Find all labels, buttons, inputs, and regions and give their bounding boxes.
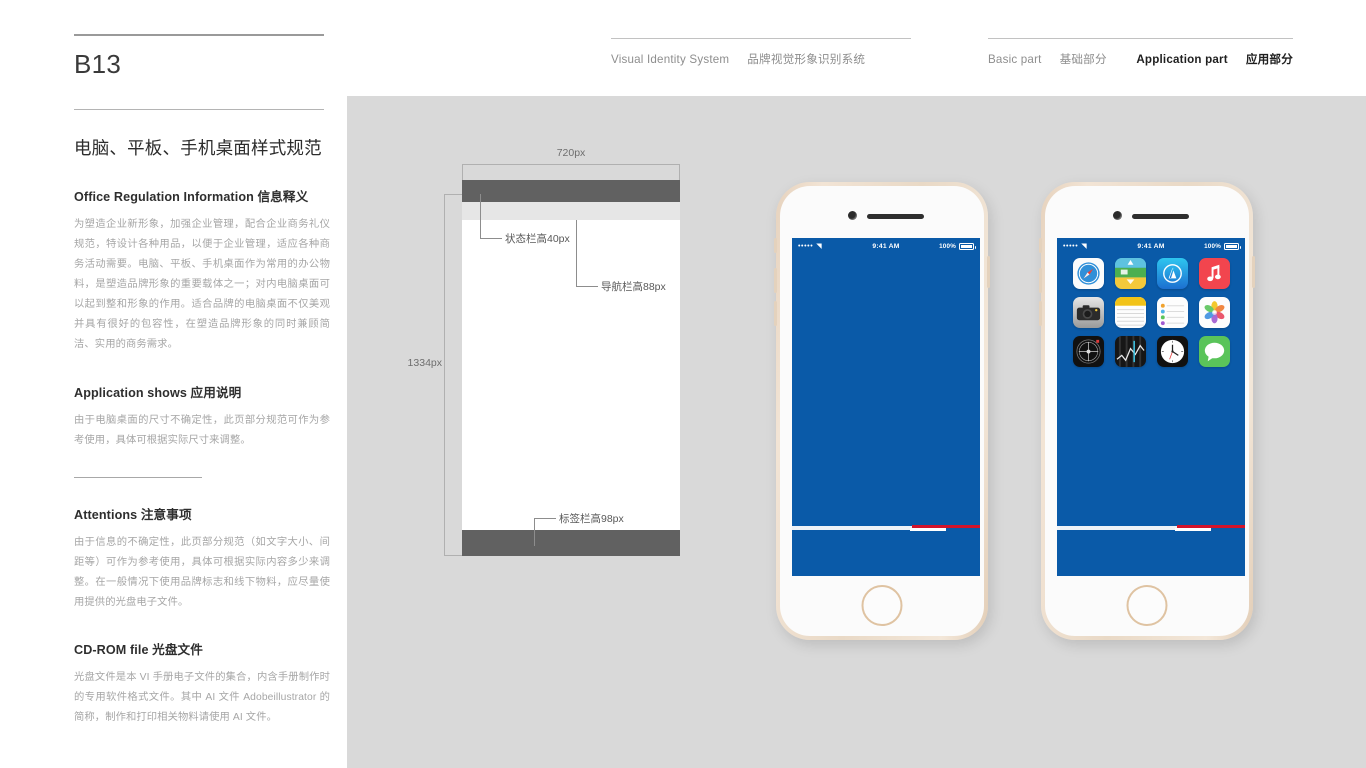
- brand-stripe-graphic: [792, 525, 980, 532]
- header-system-en: Visual Identity System: [611, 53, 730, 66]
- wireframe-screen: [462, 180, 680, 556]
- nav-application-part[interactable]: Application part 应用部分: [1136, 51, 1293, 67]
- nav-basic-part[interactable]: Basic part 基础部分: [988, 51, 1107, 67]
- section-heading: Office Regulation Information 信息释义: [74, 190, 309, 204]
- phone-front-face: ••••• ◥ 9:41 AM 100%: [1045, 186, 1249, 636]
- phone-screen-wallpaper[interactable]: ••••• ◥ 9:41 AM 100%: [792, 238, 980, 576]
- maps-icon[interactable]: [1114, 258, 1146, 289]
- stripe-white-overlap: [910, 528, 946, 531]
- callout-text: 导航栏高88px: [601, 281, 666, 293]
- callout-line: [534, 518, 535, 546]
- section-body: 为塑造企业新形象，加强企业管理，配合企业商务礼仪规范，特设计各种用品，以便于企业…: [74, 219, 330, 351]
- section-body: 由于电脑桌面的尺寸不确定性，此页部分规范可作为参考使用，具体可根据实际尺寸来调整…: [74, 414, 330, 446]
- safari-icon[interactable]: [1072, 258, 1104, 289]
- page-code: B13: [74, 49, 122, 79]
- basic-part-en: Basic part: [988, 53, 1042, 66]
- section-body: 光盘文件是本 VI 手册电子文件的集合，内含手册制作时的专用软件格式文件。其中 …: [74, 672, 330, 724]
- compass-icon[interactable]: [1072, 336, 1104, 367]
- section-cd-rom-file: CD-ROM file 光盘文件 光盘文件是本 VI 手册电子文件的集合，内含手…: [74, 639, 330, 728]
- section-application-shows: Application shows 应用说明 由于电脑桌面的尺寸不确定性，此页部…: [74, 382, 330, 451]
- stripe-white-overlap: [1175, 528, 1211, 531]
- home-button[interactable]: [861, 585, 903, 626]
- phone-screen-homescreen[interactable]: ••••• ◥ 9:41 AM 100%: [1057, 238, 1245, 576]
- spec-width-label: 720px: [556, 147, 586, 159]
- ios-status-bar: ••••• ◥ 9:41 AM 100%: [792, 238, 980, 254]
- section-heading: Attentions 注意事项: [74, 507, 192, 522]
- earpiece-speaker-icon: [1132, 214, 1189, 219]
- phone-mockup-wallpaper: ••••• ◥ 9:41 AM 100%: [774, 182, 990, 640]
- spec-height-label: 1334px: [407, 357, 442, 369]
- music-icon[interactable]: [1198, 258, 1230, 289]
- status-time: 9:41 AM: [1137, 242, 1165, 250]
- header-divider: [988, 38, 1293, 39]
- notes-icon[interactable]: [1114, 297, 1146, 328]
- top-divider: [74, 34, 324, 36]
- app-icon-grid: [1057, 258, 1245, 367]
- screen-spec-wireframe: 720px 1334px 状态栏高40px 导航栏高88px 标签栏高98px: [408, 147, 680, 556]
- photos-icon[interactable]: [1198, 297, 1230, 328]
- basic-part-cn: 基础部分: [1059, 53, 1107, 66]
- header-system-cn: 品牌视觉形象识别系统: [747, 53, 866, 66]
- wireframe-tab-bar: [462, 530, 680, 556]
- application-part-en: Application part: [1136, 53, 1228, 66]
- volume-down-button[interactable]: [774, 301, 777, 326]
- earpiece-speaker-icon: [867, 214, 924, 219]
- header-divider: [611, 38, 911, 39]
- wireframe-nav-bar: [462, 202, 680, 220]
- battery-icon: [1224, 242, 1241, 250]
- section-heading: CD-ROM file 光盘文件: [74, 643, 203, 658]
- section-attentions: Attentions 注意事项 由于信息的不确定性，此页部分规范（如文字大小、间…: [74, 504, 330, 613]
- spec-width-bracket: [462, 164, 680, 180]
- application-part-cn: 应用部分: [1245, 53, 1293, 66]
- home-button[interactable]: [1126, 585, 1168, 626]
- ios-status-bar: ••••• ◥ 9:41 AM 100%: [1057, 238, 1245, 254]
- header-parts-block: Basic part 基础部分 Application part 应用部分: [988, 38, 1293, 67]
- volume-down-button[interactable]: [1039, 301, 1042, 326]
- page-title: 电脑、平板、手机桌面样式规范: [74, 138, 322, 158]
- wireframe-status-bar: [462, 180, 680, 202]
- section-divider: [74, 476, 202, 478]
- volume-up-button[interactable]: [1039, 268, 1042, 293]
- app-store-icon[interactable]: [1156, 258, 1188, 289]
- front-camera-icon: [848, 211, 857, 220]
- front-camera-icon: [1113, 211, 1122, 220]
- power-button[interactable]: [987, 256, 990, 288]
- mute-switch[interactable]: [774, 238, 777, 253]
- phone-front-face: ••••• ◥ 9:41 AM 100%: [780, 186, 984, 636]
- callout-text: 标签栏高98px: [559, 513, 624, 525]
- title-divider: [74, 109, 324, 110]
- callout-line: [576, 286, 598, 287]
- power-button[interactable]: [1252, 256, 1255, 288]
- volume-up-button[interactable]: [774, 268, 777, 293]
- messages-icon[interactable]: [1198, 336, 1230, 367]
- left-info-column: B13 电脑、平板、手机桌面样式规范 Office Regulation Inf…: [74, 34, 330, 728]
- reminders-icon[interactable]: [1156, 297, 1188, 328]
- section-heading: Application shows 应用说明: [74, 385, 242, 400]
- header-system-block: Visual Identity System 品牌视觉形象识别系统: [611, 38, 911, 67]
- section-body: 由于信息的不确定性，此页部分规范（如文字大小、间距等）可作为参考使用，具体可根据…: [74, 536, 330, 608]
- spec-height-bracket: [444, 194, 462, 556]
- phone-mockup-homescreen: ••••• ◥ 9:41 AM 100%: [1039, 182, 1255, 640]
- callout-line: [480, 238, 502, 239]
- stocks-icon[interactable]: [1114, 336, 1146, 367]
- clock-icon[interactable]: [1156, 336, 1188, 367]
- callout-line: [534, 518, 556, 519]
- callout-line: [576, 220, 577, 286]
- brand-stripe-graphic: [1057, 525, 1245, 532]
- mute-switch[interactable]: [1039, 238, 1042, 253]
- section-office-regulation: Office Regulation Information 信息释义 为塑造企业…: [74, 186, 330, 356]
- callout-line: [480, 194, 481, 238]
- camera-icon[interactable]: [1072, 297, 1104, 328]
- battery-icon: [959, 242, 976, 250]
- status-time: 9:41 AM: [872, 242, 900, 250]
- callout-text: 状态栏高40px: [505, 233, 570, 245]
